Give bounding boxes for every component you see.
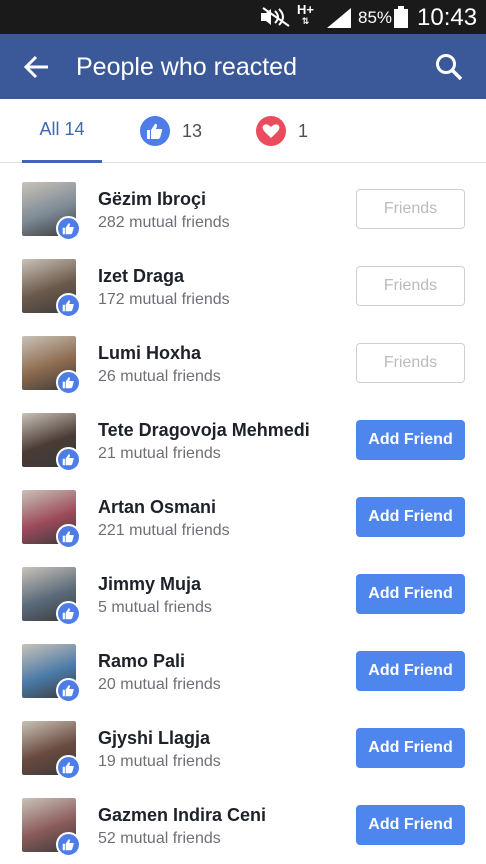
list-item[interactable]: Gazmen Indira Ceni 52 mutual friends Add F… xyxy=(0,779,486,857)
like-badge-icon xyxy=(56,601,81,626)
tab-like[interactable]: 13 xyxy=(140,99,202,163)
add-friend-button[interactable]: Add Friend xyxy=(356,574,465,614)
tab-all-label: All 14 xyxy=(39,119,85,139)
friends-button[interactable]: Friends xyxy=(356,343,465,383)
mutual-friends-count: 19 mutual friends xyxy=(98,753,221,770)
tab-all[interactable]: All 14 xyxy=(22,99,102,163)
list-item[interactable]: Ramo Pali 20 mutual friends Add Friend xyxy=(0,625,486,703)
like-badge-icon xyxy=(56,678,81,703)
search-icon[interactable] xyxy=(434,52,464,82)
app-bar: People who reacted xyxy=(0,34,486,99)
list-item[interactable]: Izet Draga 172 mutual friends Friends xyxy=(0,240,486,318)
tab-love[interactable]: 1 xyxy=(256,99,308,163)
like-icon xyxy=(140,116,170,146)
person-name[interactable]: Gazmen Indira Ceni xyxy=(98,805,266,826)
signal-icon xyxy=(327,8,351,28)
like-badge-icon xyxy=(56,832,81,857)
person-name[interactable]: Lumi Hoxha xyxy=(98,343,201,364)
like-badge-icon xyxy=(56,370,81,395)
person-name[interactable]: Artan Osmani xyxy=(98,497,216,518)
battery-icon xyxy=(394,6,408,28)
person-name[interactable]: Izet Draga xyxy=(98,266,184,287)
like-badge-icon xyxy=(56,755,81,780)
tab-like-count: 13 xyxy=(182,120,203,141)
mutual-friends-count: 26 mutual friends xyxy=(98,368,221,385)
mutual-friends-count: 5 mutual friends xyxy=(98,599,212,616)
reaction-tabs: All 14 13 1 xyxy=(0,99,486,163)
list-item[interactable]: Artan Osmani 221 mutual friends Add Friend xyxy=(0,471,486,549)
mutual-friends-count: 282 mutual friends xyxy=(98,214,230,231)
status-bar: H+ ⇅ 85% 10:43 xyxy=(0,0,486,34)
mutual-friends-count: 172 mutual friends xyxy=(98,291,230,308)
tab-love-count: 1 xyxy=(298,120,309,141)
person-name[interactable]: Ramo Pali xyxy=(98,651,185,672)
like-badge-icon xyxy=(56,293,81,318)
add-friend-button[interactable]: Add Friend xyxy=(356,651,465,691)
like-badge-icon xyxy=(56,524,81,549)
person-name[interactable]: Gëzim Ibroçi xyxy=(98,189,206,210)
heart-icon xyxy=(256,116,286,146)
friends-button[interactable]: Friends xyxy=(356,266,465,306)
add-friend-button[interactable]: Add Friend xyxy=(356,728,465,768)
person-name[interactable]: Gjyshi Llagja xyxy=(98,728,210,749)
mute-icon xyxy=(261,7,290,27)
add-friend-button[interactable]: Add Friend xyxy=(356,497,465,537)
list-item[interactable]: Gjyshi Llagja 19 mutual friends Add Friend xyxy=(0,702,486,780)
back-arrow-icon[interactable] xyxy=(22,52,52,82)
mutual-friends-count: 20 mutual friends xyxy=(98,676,221,693)
add-friend-button[interactable]: Add Friend xyxy=(356,805,465,845)
list-item[interactable]: Tete Dragovoja Mehmedi 21 mutual friends A… xyxy=(0,394,486,472)
add-friend-button[interactable]: Add Friend xyxy=(356,420,465,460)
mutual-friends-count: 221 mutual friends xyxy=(98,522,230,539)
friends-button[interactable]: Friends xyxy=(356,189,465,229)
network-indicator: H+ ⇅ xyxy=(297,2,314,26)
list-item[interactable]: Lumi Hoxha 26 mutual friends Friends xyxy=(0,317,486,395)
person-name[interactable]: Tete Dragovoja Mehmedi xyxy=(98,420,310,441)
page-title: People who reacted xyxy=(76,53,297,81)
mutual-friends-count: 52 mutual friends xyxy=(98,830,221,847)
mutual-friends-count: 21 mutual friends xyxy=(98,445,221,462)
battery-percent: 85% xyxy=(358,8,393,27)
like-badge-icon xyxy=(56,447,81,472)
list-item[interactable]: Jimmy Muja 5 mutual friends Add Friend xyxy=(0,548,486,626)
clock: 10:43 xyxy=(417,4,478,31)
person-name[interactable]: Jimmy Muja xyxy=(98,574,201,595)
list-item[interactable]: Gëzim Ibroçi 282 mutual friends Friends xyxy=(0,163,486,241)
like-badge-icon xyxy=(56,216,81,241)
